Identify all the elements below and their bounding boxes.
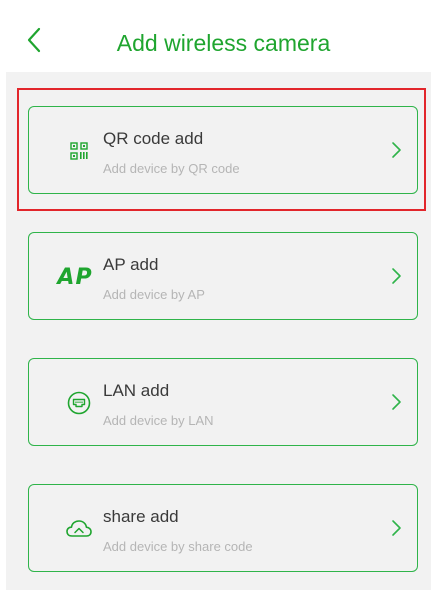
option-subtitle: Add device by share code <box>103 539 253 554</box>
option-label: share add <box>103 507 179 526</box>
ap-add-option[interactable]: AP AP add Add device by AP <box>28 232 418 320</box>
header-bar: Add wireless camera <box>0 0 437 72</box>
cloud-share-icon <box>63 515 95 543</box>
option-subtitle: Add device by QR code <box>103 161 240 176</box>
option-label: AP add <box>103 255 159 274</box>
lan-add-option[interactable]: LAN add Add device by LAN <box>28 358 418 446</box>
chevron-right-icon <box>392 394 401 410</box>
chevron-right-icon <box>392 268 401 284</box>
qr-code-icon <box>63 137 95 165</box>
ap-icon-text: AP <box>57 264 93 290</box>
qr-code-add-option[interactable]: QR code add Add device by QR code <box>28 106 418 194</box>
chevron-right-icon <box>392 142 401 158</box>
page-title: Add wireless camera <box>116 30 331 56</box>
option-subtitle: Add device by AP <box>103 287 205 302</box>
option-label: LAN add <box>103 381 170 400</box>
option-subtitle: Add device by LAN <box>103 413 214 428</box>
lan-icon <box>63 389 95 417</box>
option-label: QR code add <box>103 129 204 148</box>
chevron-right-icon <box>392 520 401 536</box>
share-add-option[interactable]: share add Add device by share code <box>28 484 418 572</box>
options-panel: QR code add Add device by QR code AP AP … <box>6 72 431 590</box>
ap-icon: AP <box>57 263 93 291</box>
